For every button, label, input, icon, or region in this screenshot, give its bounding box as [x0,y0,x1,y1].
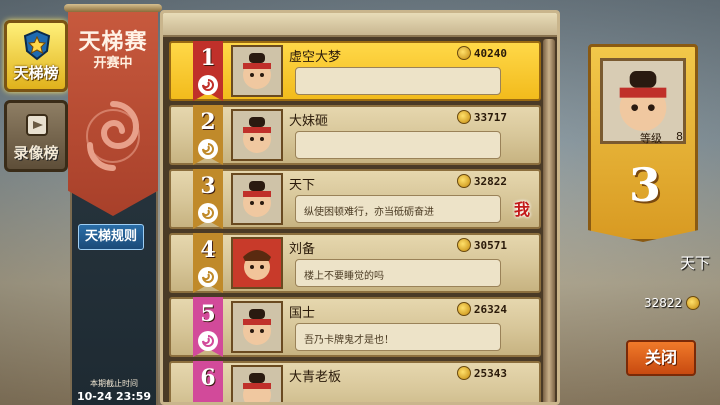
self-score-display: 32822 [644,296,701,310]
coin-icon [456,110,471,124]
rank-number: 4 [200,237,216,263]
tab-ladder[interactable]: 天梯榜 [4,20,68,92]
replay-scroll-icon [21,109,53,141]
player-score: 40240 [473,46,507,60]
player-message: 纵使困顿难行，亦当砥砺奋进 [295,195,501,223]
player-message: 吾乃卡牌鬼才是也！ [295,323,501,351]
score-display: 40240 [456,46,507,60]
swirl-icon [198,139,218,159]
ranking-row[interactable]: 1 虚空大梦 40240 [169,41,541,101]
rank-number: 6 [200,365,216,391]
player-score: 30571 [473,238,507,252]
player-message: 楼上不要睡觉的吗 [295,259,501,287]
player-name: 天下 [289,178,316,193]
close-button[interactable]: 关闭 [626,340,696,376]
deadline-label: 本期截止时间 [90,379,138,388]
score-display: 30571 [456,238,507,252]
me-badge: 我 [513,200,530,219]
score-display: 25343 [456,366,507,380]
rank-number: 2 [200,109,216,135]
deadline-time: 10-24 23:59 [76,390,152,403]
self-level: 8 [676,130,683,143]
list-header-bar [163,13,557,37]
swirl-icon [198,75,218,95]
player-avatar[interactable] [231,365,283,402]
trophy-shield-icon [21,29,53,61]
player-avatar[interactable] [231,237,283,289]
player-score: 25343 [473,366,507,380]
score-display: 33717 [456,110,507,124]
ranking-row[interactable]: 4 刘备 30571 楼上不要睡觉的吗 [169,233,541,293]
player-score: 33717 [473,110,507,124]
ranking-row-self[interactable]: 3 天下 32822 纵使困顿难行，亦当砥砺奋进 我 [169,169,541,229]
coin-icon [456,302,471,316]
player-name: 国士 [289,306,316,321]
rank-number: 3 [200,173,216,199]
list-scrollbar[interactable] [543,39,555,402]
swirl-icon [198,267,218,287]
player-avatar[interactable] [231,109,283,161]
player-message [295,67,501,95]
coin-icon [456,366,471,380]
tab-ladder-label: 天梯榜 [13,64,59,82]
coin-icon [456,46,471,60]
self-score: 32822 [644,296,683,310]
self-name: 天下 [679,254,710,272]
swirl-emblem-icon [86,101,140,171]
player-name: 刘备 [289,242,316,257]
banner-pole [64,4,162,12]
score-display: 32822 [456,174,507,188]
ranking-list-panel: 1 虚空大梦 40240 2 大妹砸 33717 3 天下 32822 纵使困顿… [160,10,560,405]
player-name: 大青老板 [289,370,342,385]
player-avatar[interactable] [231,173,283,225]
player-score: 26324 [473,302,507,316]
self-rank-number: 3 [628,158,661,212]
player-avatar[interactable] [231,301,283,353]
player-score: 32822 [473,174,507,188]
player-message [295,131,501,159]
rank-number: 5 [200,301,216,327]
rank-number: 1 [200,45,216,71]
swirl-icon [198,203,218,223]
player-name: 虚空大梦 [289,50,342,65]
player-avatar[interactable] [231,45,283,97]
banner-status: 开赛中 [93,56,133,71]
ladder-rules-button[interactable]: 天梯规则 [78,224,144,250]
player-name: 大妹砸 [289,114,329,129]
score-display: 26324 [456,302,507,316]
ranking-row[interactable]: 5 国士 26324 吾乃卡牌鬼才是也！ [169,297,541,357]
coin-icon [456,174,471,188]
coin-icon [456,238,471,252]
tab-replay-label: 录像榜 [13,144,59,162]
coin-icon [686,296,701,310]
ranking-row[interactable]: 6 大青老板 25343 [169,361,541,402]
ranking-row[interactable]: 2 大妹砸 33717 [169,105,541,165]
tab-replay[interactable]: 录像榜 [4,100,68,172]
swirl-icon [198,331,218,351]
self-level-label: 等级 [640,132,662,145]
